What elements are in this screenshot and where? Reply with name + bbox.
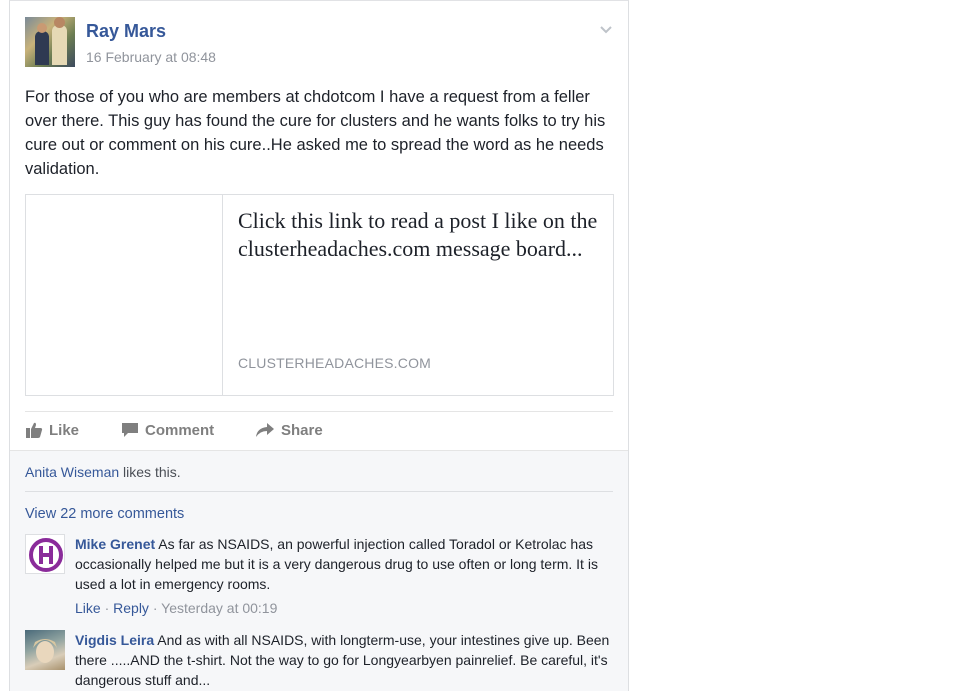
- comments-section: Anita Wiseman likes this. View 22 more c…: [10, 450, 628, 691]
- comment-label: Comment: [145, 421, 215, 439]
- thumbs-up-icon: [26, 422, 43, 438]
- commenter-avatar[interactable]: [25, 630, 65, 670]
- share-arrow-icon: [256, 423, 274, 437]
- divider: [25, 491, 613, 492]
- comment-body: Mike Grenet As far as NSAIDS, an powerfu…: [75, 534, 610, 594]
- link-thumbnail[interactable]: [26, 195, 223, 395]
- comment-body: Vigdis Leira And as with all NSAIDS, wit…: [75, 630, 610, 690]
- liker-name[interactable]: Anita Wiseman: [25, 464, 119, 480]
- like-button[interactable]: Like: [25, 421, 79, 439]
- comment-item: Vigdis Leira And as with all NSAIDS, wit…: [25, 630, 610, 700]
- comment-button[interactable]: Comment: [121, 421, 214, 439]
- share-button[interactable]: Share: [255, 421, 323, 439]
- like-label: Like: [49, 421, 80, 439]
- comment-text: And as with all NSAIDS, with longterm-us…: [75, 632, 610, 688]
- post-header: Ray Mars 16 February at 08:48: [25, 17, 613, 69]
- post-author[interactable]: Ray Mars: [86, 21, 166, 42]
- comment-meta: Like · Reply · Yesterday at 00:19: [75, 600, 278, 616]
- post-timestamp[interactable]: 16 February at 08:48: [86, 49, 216, 65]
- link-title[interactable]: Click this link to read a post I like on…: [238, 207, 598, 263]
- post-action-bar: Like Comment Share: [25, 411, 613, 450]
- comment-like-link[interactable]: Like: [75, 600, 101, 616]
- share-label: Share: [281, 421, 323, 439]
- commenter-avatar[interactable]: [25, 534, 65, 574]
- comment-author[interactable]: Vigdis Leira: [75, 632, 154, 648]
- chevron-down-icon[interactable]: [599, 23, 613, 37]
- comment-item: Mike Grenet As far as NSAIDS, an powerfu…: [25, 534, 610, 624]
- post-text: For those of you who are members at chdo…: [25, 88, 606, 178]
- comment-author[interactable]: Mike Grenet: [75, 536, 155, 552]
- author-avatar[interactable]: [25, 17, 75, 67]
- comment-reply-link[interactable]: Reply: [113, 600, 149, 616]
- comment-time[interactable]: Yesterday at 00:19: [161, 600, 277, 616]
- likes-summary: Anita Wiseman likes this.: [25, 464, 181, 480]
- view-more-comments-link[interactable]: View 22 more comments: [25, 506, 184, 522]
- post-card: Ray Mars 16 February at 08:48 For those …: [9, 0, 629, 691]
- likes-suffix: likes this.: [119, 464, 181, 480]
- link-domain: CLUSTERHEADACHES.COM: [238, 355, 432, 371]
- speech-bubble-icon: [122, 423, 138, 437]
- link-preview[interactable]: Click this link to read a post I like on…: [25, 194, 614, 396]
